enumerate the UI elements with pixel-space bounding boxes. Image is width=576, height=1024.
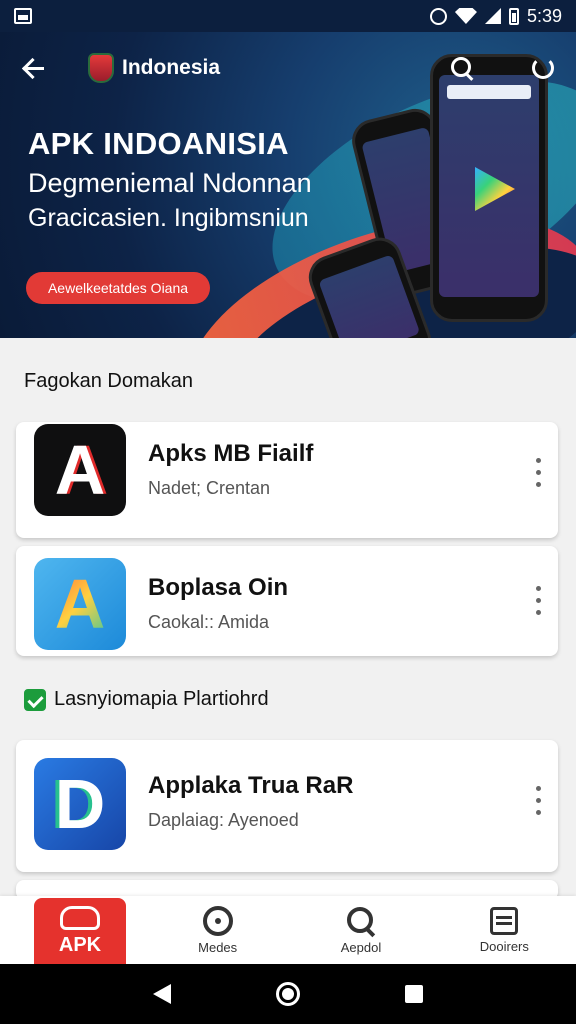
app-card[interactable]: D Applaka Trua RaR Daplaiag: Ayenoed <box>16 740 558 872</box>
hero-cta-button[interactable]: Aewelkeetatdes Oiana <box>26 272 210 304</box>
list-icon <box>490 906 519 935</box>
nav-item-medes[interactable]: Medes <box>146 896 289 964</box>
alarm-icon <box>429 7 447 25</box>
hero-subheadline-2: Gracicasien. Ingibmsniun <box>28 204 309 232</box>
phone-illustration <box>430 54 548 322</box>
indonesia-emblem-icon <box>88 53 114 83</box>
nav-item-label: Aepdol <box>340 939 382 955</box>
app-icon: D <box>34 758 126 850</box>
app-icon: A <box>34 558 126 650</box>
app-name: Apks MB Fiailf <box>148 440 314 467</box>
more-options-icon[interactable] <box>536 586 542 616</box>
gallery-notification-icon <box>14 8 32 24</box>
wifi-icon <box>454 8 477 24</box>
app-bar-title: Indonesia <box>122 56 221 79</box>
app-card[interactable]: A Apks MB Fiailf Nadet; Crentan <box>16 422 558 538</box>
nav-item-dooirers[interactable]: Dooirers <box>433 896 576 964</box>
nav-item-label: APK <box>58 933 102 956</box>
refresh-icon[interactable] <box>532 57 554 79</box>
app-subtitle: Nadet; Crentan <box>148 478 271 498</box>
status-time: 5:39 <box>526 5 562 26</box>
search-icon[interactable] <box>450 56 474 80</box>
app-subtitle: Daplaiag: Ayenoed <box>148 810 299 830</box>
verified-check-icon <box>24 688 46 711</box>
play-store-icon <box>475 167 515 211</box>
status-bar: 5:39 <box>0 0 576 32</box>
status-icons: 5:39 <box>429 5 562 27</box>
app-name: Boplasa Oin <box>148 574 289 601</box>
app-subtitle: Caokal:: Amida <box>148 612 270 632</box>
signal-icon <box>484 8 501 24</box>
apk-logo-icon <box>60 905 100 930</box>
system-navigation-bar <box>0 964 576 1024</box>
hero-banner: Indonesia APK INDOANISIA Degmeniemal Ndo… <box>0 32 576 338</box>
nav-item-label: Medes <box>198 939 238 955</box>
nav-item-aepdol[interactable]: Aepdol <box>289 896 432 964</box>
more-options-icon[interactable] <box>536 458 542 488</box>
app-card[interactable]: A Boplasa Oin Caokal:: Amida <box>16 546 558 656</box>
app-name: Applaka Trua RaR <box>148 772 354 799</box>
search-icon <box>346 906 376 936</box>
system-home-icon[interactable] <box>275 982 300 1006</box>
app-icon: A <box>34 424 126 516</box>
bottom-navigation: APK Medes Aepdol Dooirers <box>0 896 576 964</box>
hero-headline: APK INDOANISIA <box>28 126 289 161</box>
target-icon <box>202 905 233 936</box>
hero-subheadline: Degmeniemal Ndonnan <box>28 168 312 198</box>
more-options-icon[interactable] <box>536 786 542 816</box>
back-arrow-icon[interactable] <box>22 56 46 80</box>
section-title-featured: Fagokan Domakan <box>24 370 193 392</box>
battery-icon <box>508 7 519 25</box>
section-title-verified-label: Lasnyiomapia Plartiohrd <box>54 688 269 710</box>
app-bar: Indonesia <box>22 50 554 86</box>
nav-item-apk[interactable]: APK <box>34 898 126 964</box>
nav-item-label: Dooirers <box>479 938 529 954</box>
system-back-icon[interactable] <box>152 984 171 1004</box>
section-title-verified: Lasnyiomapia Plartiohrd <box>24 688 269 711</box>
system-recents-icon[interactable] <box>405 985 424 1003</box>
